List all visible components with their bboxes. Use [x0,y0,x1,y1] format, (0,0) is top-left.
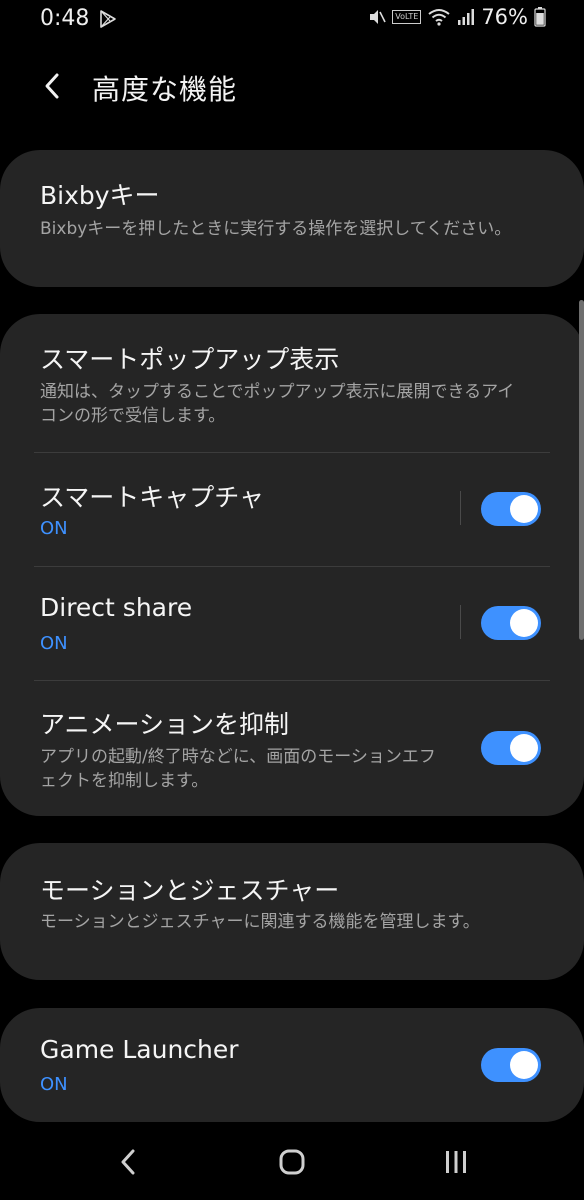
smart-capture-item[interactable]: スマートキャプチャ ON [0,453,584,566]
smart-capture-toggle[interactable] [481,492,541,526]
direct-share-toggle[interactable] [481,606,541,640]
item-title: アニメーションを抑制 [40,710,290,739]
motions-gestures-card: モーションとジェスチャー モーションとジェスチャーに関連する機能を管理します。 [0,843,584,980]
item-status: ON [40,1074,68,1095]
item-title: スマートポップアップ表示 [40,345,340,374]
motions-gestures-item[interactable]: モーションとジェスチャー モーションとジェスチャーに関連する機能を管理します。 [0,843,584,980]
toggle-knob [510,495,538,523]
item-title: Game Launcher [40,1035,239,1064]
toggle-knob [510,734,538,762]
reduce-animations-toggle[interactable] [481,731,541,765]
settings-screen: 0:48 VoLTE 76% 高度な機能 Bixbyキー Bixbyキーを押した… [0,0,584,1200]
bixby-key-item[interactable]: Bixbyキー Bixbyキーを押したときに実行する操作を選択してください。 [0,150,584,287]
status-bar: 0:48 VoLTE 76% [0,0,584,40]
mute-icon [370,10,386,24]
scrollbar[interactable] [579,300,584,640]
wifi-icon [428,9,450,26]
item-title: Bixbyキー [40,181,160,210]
bixby-key-card: Bixbyキー Bixbyキーを押したときに実行する操作を選択してください。 [0,150,584,287]
direct-share-item[interactable]: Direct share ON [0,567,584,680]
item-subtitle: Bixbyキーを押したときに実行する操作を選択してください。 [40,219,512,239]
item-subtitle: 通知は、タップすることでポップアップ表示に展開できるアイコンの形で受信します。 [40,382,515,426]
vertical-divider [460,491,461,525]
nav-home-button[interactable] [270,1142,314,1182]
app-bar: 高度な機能 [0,60,584,116]
vertical-divider [460,605,461,639]
back-icon [121,1149,135,1175]
item-status: ON [40,633,68,654]
toggle-knob [510,1051,538,1079]
home-icon [279,1149,305,1175]
page-title: 高度な機能 [92,73,238,106]
toggle-knob [510,609,538,637]
item-title: スマートキャプチャ [40,483,265,512]
play-store-icon [100,10,116,28]
back-button[interactable] [34,68,70,104]
features-card: スマートポップアップ表示 通知は、タップすることでポップアップ表示に展開できるア… [0,314,584,816]
recents-icon [446,1151,466,1173]
battery-icon [534,7,546,27]
item-title: モーションとジェスチャー [40,876,340,905]
game-launcher-card: Game Launcher ON [0,1008,584,1122]
item-subtitle: モーションとジェスチャーに関連する機能を管理します。 [40,912,480,932]
signal-icon [458,9,475,25]
nav-recents-button[interactable] [434,1142,478,1182]
status-icons: VoLTE 76% [368,5,546,29]
game-launcher-item[interactable]: Game Launcher ON [0,1008,584,1122]
smart-popup-item[interactable]: スマートポップアップ表示 通知は、タップすることでポップアップ表示に展開できるア… [0,314,584,452]
item-status: ON [40,518,68,539]
game-launcher-toggle[interactable] [481,1048,541,1082]
back-arrow-icon [45,73,59,99]
nav-back-button[interactable] [106,1142,150,1182]
volte-icon: VoLTE [392,10,422,24]
battery-percent: 76% [481,5,528,29]
navigation-bar [0,1130,584,1190]
status-time: 0:48 [40,6,90,31]
item-subtitle: アプリの起動/終了時などに、画面のモーションエフェクトを抑制します。 [40,747,436,791]
reduce-animations-item[interactable]: アニメーションを抑制 アプリの起動/終了時などに、画面のモーションエフェクトを抑… [0,681,584,816]
item-title: Direct share [40,593,193,622]
